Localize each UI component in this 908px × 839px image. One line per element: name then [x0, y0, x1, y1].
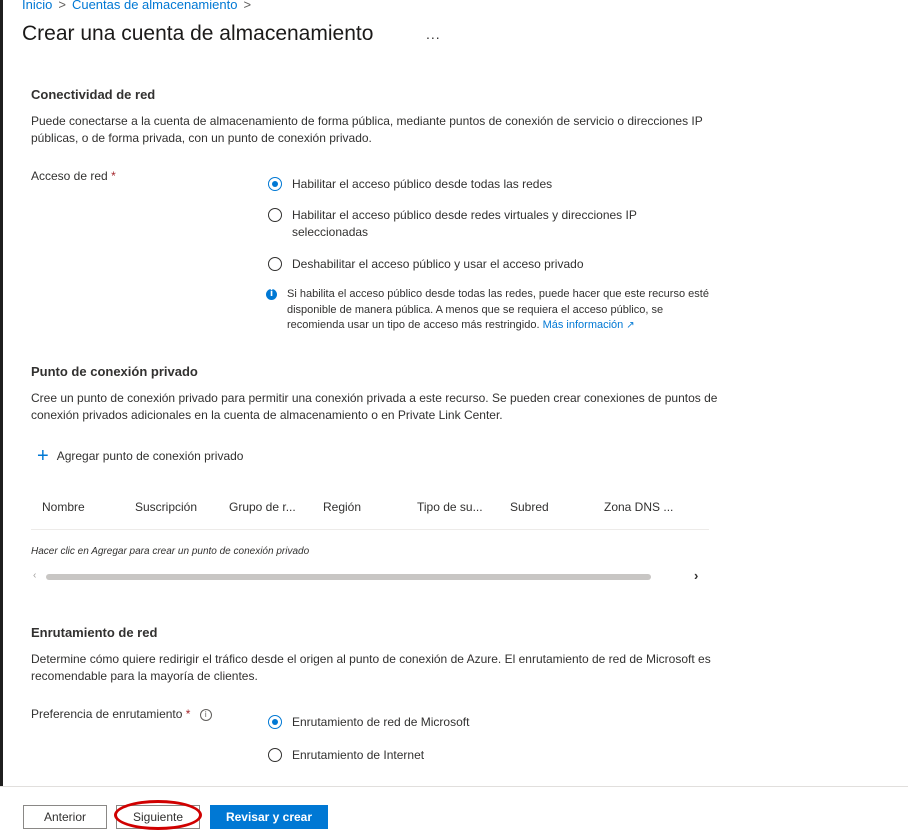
scroll-right-chevron-icon[interactable]: ›: [694, 568, 698, 583]
private-endpoint-title: Punto de conexión privado: [31, 364, 198, 379]
radio-button-selected[interactable]: [268, 715, 282, 729]
radio-public-selected-networks[interactable]: Habilitar el acceso público desde redes …: [268, 207, 652, 240]
next-button[interactable]: Siguiente: [116, 805, 200, 829]
radio-label: Habilitar el acceso público desde todas …: [292, 177, 553, 191]
private-endpoint-description: Cree un punto de conexión privado para p…: [31, 391, 718, 422]
info-message: Si habilita el acceso público desde toda…: [287, 287, 716, 334]
radio-disable-public-access[interactable]: Deshabilitar el acceso público y usar el…: [268, 256, 652, 273]
external-link-icon: ↗: [626, 320, 635, 331]
required-marker: *: [185, 707, 191, 721]
window-left-edge: [0, 0, 3, 786]
breadcrumb: Inicio > Cuentas de almacenamiento >: [22, 0, 257, 12]
routing-preference-label-text: Preferencia de enrutamiento: [31, 707, 183, 721]
breadcrumb-separator: >: [58, 0, 66, 12]
plus-icon: +: [37, 445, 49, 467]
routing-preference-label: Preferencia de enrutamiento * i: [31, 707, 212, 721]
info-message-text: Si habilita el acceso público desde toda…: [287, 288, 709, 331]
radio-label: Enrutamiento de Internet: [292, 748, 425, 762]
radio-internet-routing[interactable]: Enrutamiento de Internet: [268, 747, 652, 764]
network-connectivity-title: Conectividad de red: [31, 87, 156, 102]
learn-more-link[interactable]: Más información: [543, 319, 624, 331]
radio-button[interactable]: [268, 748, 282, 762]
network-access-label-text: Acceso de red: [31, 169, 108, 183]
radio-public-all-networks[interactable]: Habilitar el acceso público desde todas …: [268, 176, 652, 193]
network-connectivity-description: Puede conectarse a la cuenta de almacena…: [31, 114, 703, 145]
column-header-region[interactable]: Región: [323, 500, 361, 514]
info-tooltip-icon[interactable]: i: [199, 708, 212, 721]
network-routing-description: Determine cómo quiere redirigir el tráfi…: [31, 652, 711, 683]
column-header-resource-group[interactable]: Grupo de r...: [229, 500, 296, 514]
private-endpoint-table-header: Nombre Suscripción Grupo de r... Región …: [31, 499, 709, 530]
column-header-dns-zone[interactable]: Zona DNS ...: [604, 500, 673, 514]
required-marker: *: [111, 169, 116, 183]
more-options-button[interactable]: ...: [426, 26, 441, 42]
radio-button[interactable]: [268, 257, 282, 271]
column-header-subresource-type[interactable]: Tipo de su...: [417, 500, 483, 514]
info-icon: i: [266, 289, 277, 300]
page-title: Crear una cuenta de almacenamiento: [22, 22, 374, 45]
network-access-label: Acceso de red *: [31, 169, 116, 183]
column-header-subscription[interactable]: Suscripción: [135, 500, 197, 514]
radio-label: Deshabilitar el acceso público y usar el…: [292, 257, 584, 271]
breadcrumb-storage-accounts-link[interactable]: Cuentas de almacenamiento: [72, 0, 238, 12]
radio-button-selected[interactable]: [268, 177, 282, 191]
column-header-subnet[interactable]: Subred: [510, 500, 549, 514]
public-access-info: i Si habilita el acceso público desde to…: [266, 287, 716, 334]
review-create-button[interactable]: Revisar y crear: [210, 805, 328, 829]
add-private-endpoint-label: Agregar punto de conexión privado: [56, 449, 244, 463]
radio-button[interactable]: [268, 208, 282, 222]
add-private-endpoint-button[interactable]: + Agregar punto de conexión privado: [37, 445, 244, 467]
radio-label: Enrutamiento de red de Microsoft: [292, 715, 470, 729]
breadcrumb-home-link[interactable]: Inicio: [22, 0, 52, 12]
previous-button[interactable]: Anterior: [23, 805, 107, 829]
radio-label: Habilitar el acceso público desde redes …: [292, 208, 637, 239]
horizontal-scrollbar[interactable]: [46, 574, 651, 580]
radio-microsoft-routing[interactable]: Enrutamiento de red de Microsoft: [268, 714, 652, 731]
breadcrumb-separator: >: [243, 0, 252, 12]
network-routing-title: Enrutamiento de red: [31, 625, 158, 640]
column-header-name[interactable]: Nombre: [42, 500, 85, 514]
scroll-left-arrow-icon[interactable]: ‹: [33, 570, 36, 581]
empty-table-message: Hacer clic en Agregar para crear un punt…: [31, 546, 310, 557]
